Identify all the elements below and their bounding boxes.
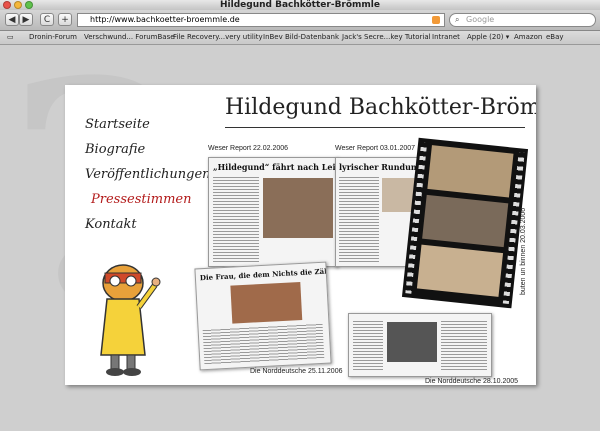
clipping-text xyxy=(339,176,379,262)
bookmark-item[interactable]: File Recovery...very utility xyxy=(173,31,263,44)
film-caption: buten un binnen 20.03.2006 xyxy=(520,207,527,295)
title-rule xyxy=(225,127,525,128)
browser-toolbar: ◀ ▶ C + http://www.bachkoetter-broemmle.… xyxy=(0,10,600,31)
bookmark-item[interactable]: eBay xyxy=(546,31,564,44)
clipping-headline: Die Frau, die dem Nichts die Zähne zeigt xyxy=(199,265,332,283)
bookmark-item[interactable]: Intranet xyxy=(432,31,460,44)
nav-kontakt[interactable]: Kontakt xyxy=(85,217,137,232)
nav-pressestimmen[interactable]: Pressestimmen xyxy=(91,192,191,207)
bookmark-item[interactable]: Verschwund... ForumBase xyxy=(84,31,175,44)
clipping-photo xyxy=(387,322,437,362)
search-placeholder: Google xyxy=(466,15,495,24)
forward-button[interactable]: ▶ xyxy=(19,13,33,26)
clipping-text xyxy=(202,322,325,366)
clipping-text xyxy=(213,176,259,262)
clipping-caption: Weser Report 22.02.2006 xyxy=(208,145,289,152)
clipping-headline: lyrischer Rundumsch xyxy=(339,162,424,172)
bookmark-item[interactable]: Amazon xyxy=(514,31,542,44)
url-bar[interactable]: http://www.bachkoetter-broemmle.de xyxy=(77,13,445,27)
back-button[interactable]: ◀ xyxy=(5,13,19,26)
site-panel: Hildegund Bachkötter-Brömmle Startseite … xyxy=(65,85,536,385)
search-field[interactable]: ⌕ Google xyxy=(449,13,596,27)
nav-biografie[interactable]: Biografie xyxy=(85,142,145,157)
rss-icon[interactable] xyxy=(432,16,440,24)
film-frame xyxy=(416,244,504,297)
press-clipping[interactable] xyxy=(348,313,492,377)
bookmark-item[interactable]: InBev Bild-Datenbank xyxy=(263,31,339,44)
film-frame xyxy=(422,194,509,248)
film-strip[interactable] xyxy=(401,137,529,309)
url-text: http://www.bachkoetter-broemmle.de xyxy=(90,15,240,24)
clipping-headline: „Hildegund“ fährt nach Leipzig xyxy=(213,162,337,172)
add-bookmark-button[interactable]: + xyxy=(58,13,72,26)
press-clipping[interactable]: Die Frau, die dem Nichts die Zähne zeigt xyxy=(194,261,332,371)
bookmarks-bar: ▭ Dronin-Forum Verschwund... ForumBase F… xyxy=(0,31,600,45)
bookmark-item[interactable]: Dronin-Forum xyxy=(29,31,77,44)
clipping-text xyxy=(441,320,487,372)
site-title: Hildegund Bachkötter-Brömmle xyxy=(225,95,536,120)
page-content: ? Hildegund Bachkötter-Brömmle Startseit… xyxy=(0,45,600,431)
book-icon[interactable]: ▭ xyxy=(7,31,14,44)
clipping-text xyxy=(353,320,383,372)
clipping-caption: Die Norddeutsche 25.11.2006 xyxy=(250,368,343,375)
bookmark-item[interactable]: Jack's Secre...key Tutorial xyxy=(342,31,431,44)
mascot-illustration xyxy=(100,264,161,376)
window-titlebar: Hildegund Bachkötter-Brömmle xyxy=(0,0,600,10)
clipping-photo xyxy=(263,178,333,238)
clipping-caption: Die Norddeutsche 28.10.2005 xyxy=(425,378,519,385)
clipping-caption: Weser Report 03.01.2007 xyxy=(335,145,416,152)
press-clipping[interactable]: „Hildegund“ fährt nach Leipzig xyxy=(208,157,338,267)
nav-veroeffentlichungen[interactable]: Veröffentlichungen xyxy=(85,167,211,182)
search-icon: ⌕ xyxy=(455,15,460,24)
reload-button[interactable]: C xyxy=(40,13,54,26)
nav-startseite[interactable]: Startseite xyxy=(85,117,150,132)
window-title: Hildegund Bachkötter-Brömmle xyxy=(220,0,380,10)
clipping-photo xyxy=(230,282,303,324)
film-frame xyxy=(427,145,514,198)
bookmark-item[interactable]: Apple (20) ▾ xyxy=(467,31,509,44)
